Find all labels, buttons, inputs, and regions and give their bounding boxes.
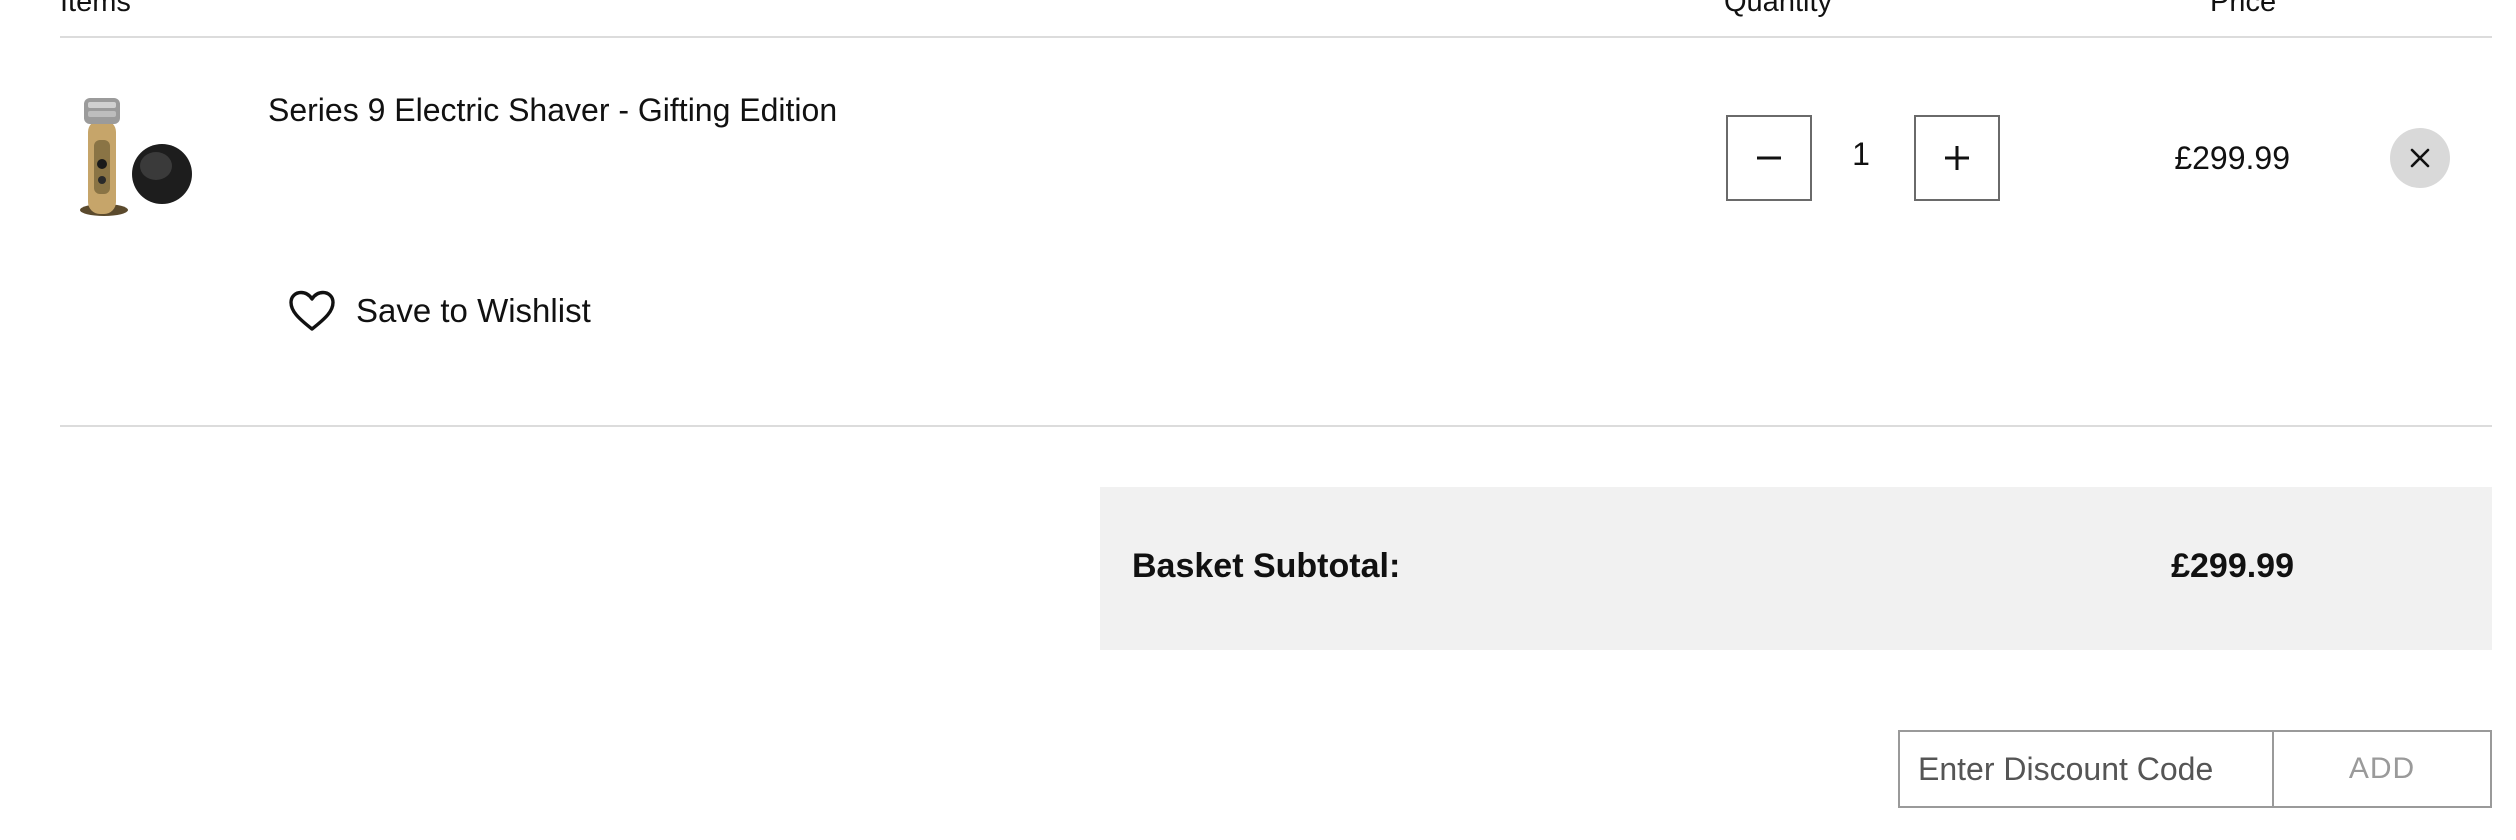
line-item-divider bbox=[60, 425, 2492, 427]
heart-icon bbox=[289, 290, 335, 331]
header-divider bbox=[60, 36, 2492, 38]
decrease-quantity-button[interactable] bbox=[1726, 115, 1812, 201]
close-icon bbox=[2410, 148, 2430, 168]
quantity-column-header: Quantity bbox=[1724, 0, 1832, 18]
price-column-header: Price bbox=[2210, 0, 2277, 18]
minus-icon bbox=[1757, 156, 1781, 160]
line-item-price: £299.99 bbox=[2174, 140, 2290, 176]
items-column-header: Items bbox=[60, 0, 131, 18]
wishlist-label: Save to Wishlist bbox=[356, 292, 591, 329]
electric-shaver-product-image bbox=[80, 98, 192, 216]
subtotal-value: £299.99 bbox=[2171, 547, 2294, 585]
plus-icon bbox=[1945, 146, 1969, 170]
add-discount-button[interactable]: ADD bbox=[2272, 730, 2492, 808]
remove-item-button[interactable] bbox=[2390, 128, 2450, 188]
increase-quantity-button[interactable] bbox=[1914, 115, 2000, 201]
subtotal-label: Basket Subtotal: bbox=[1132, 547, 1401, 585]
product-name[interactable]: Series 9 Electric Shaver - Gifting Editi… bbox=[268, 92, 837, 129]
product-image[interactable] bbox=[64, 92, 198, 226]
discount-code-input[interactable] bbox=[1898, 730, 2274, 808]
save-to-wishlist-link[interactable]: Save to Wishlist bbox=[288, 290, 591, 332]
basket-subtotal-panel: Basket Subtotal: £299.99 bbox=[1100, 487, 2492, 650]
quantity-value[interactable]: 1 bbox=[1816, 136, 1906, 173]
